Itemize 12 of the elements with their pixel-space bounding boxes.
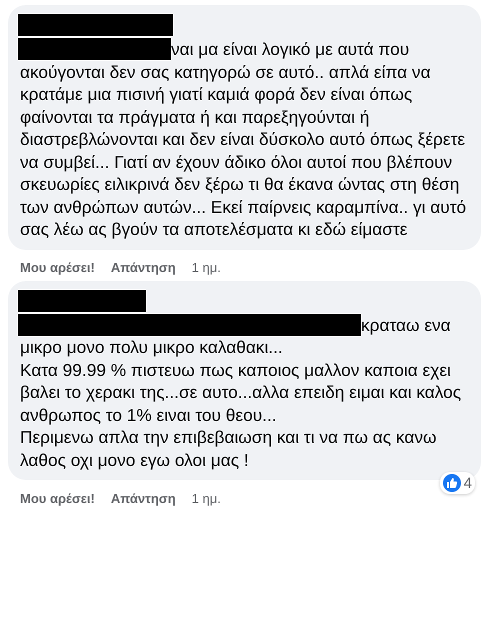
- reply-link[interactable]: Απάντηση: [110, 490, 176, 506]
- thumbs-up-icon: [442, 474, 461, 492]
- comment-text: Περιμενω απλα την επιβεβαιωση και τι να πω ας κανω λαθος οχι μονο εγω ολοι μας !: [20, 426, 438, 471]
- like-link[interactable]: Μου αρέσει!: [20, 260, 95, 275]
- comment-text: Κατα 99.99 % πιστευω πως καποιος μαλλον καποια εχει βαλει το χερακι της...σε αυτο...αλλα επειδη ειμαι και καλος ανθρωπος το 1% ειναι του θεου...: [20, 358, 462, 426]
- comment-text: ναι μα είναι λογικό με αυτά που ακούγονται δεν σας κατηγορώ σε αυτό.. απλά είπα να κρατάμε μια πισινή γιατί καμιά φορά δεν είναι όπως φαίνονται τα πράγματα ή και παρεξηγούνται ή διαστρεβλώνονται και δεν είναι δύσκολο αυτό όπως ξέρετε να συμβεί... Γιατί αν έχουν άδικο όλοι αυτοί που βλέπουν σκευωρίες ειλικρινά δεν ξέρω τι θα έκανα ώντας στη θέση των ανθρώπων αυτών... Εκεί παίρνεις καραμπίνα.. γι αυτό σας λέω ας βγούν τα αποτελέσματα κι εδώ είμαστε: [20, 38, 468, 240]
- reply-link[interactable]: Απάντηση: [110, 260, 176, 275]
- like-link[interactable]: Μου αρέσει!: [20, 490, 95, 506]
- comment-text: κραταω ενα μικρο μονο πολυ μικρο καλαθακι...: [20, 314, 452, 358]
- comment-time: 1 ημ.: [192, 260, 221, 275]
- comment-time: 1 ημ.: [192, 490, 221, 506]
- reaction-badge[interactable]: 4: [440, 472, 475, 494]
